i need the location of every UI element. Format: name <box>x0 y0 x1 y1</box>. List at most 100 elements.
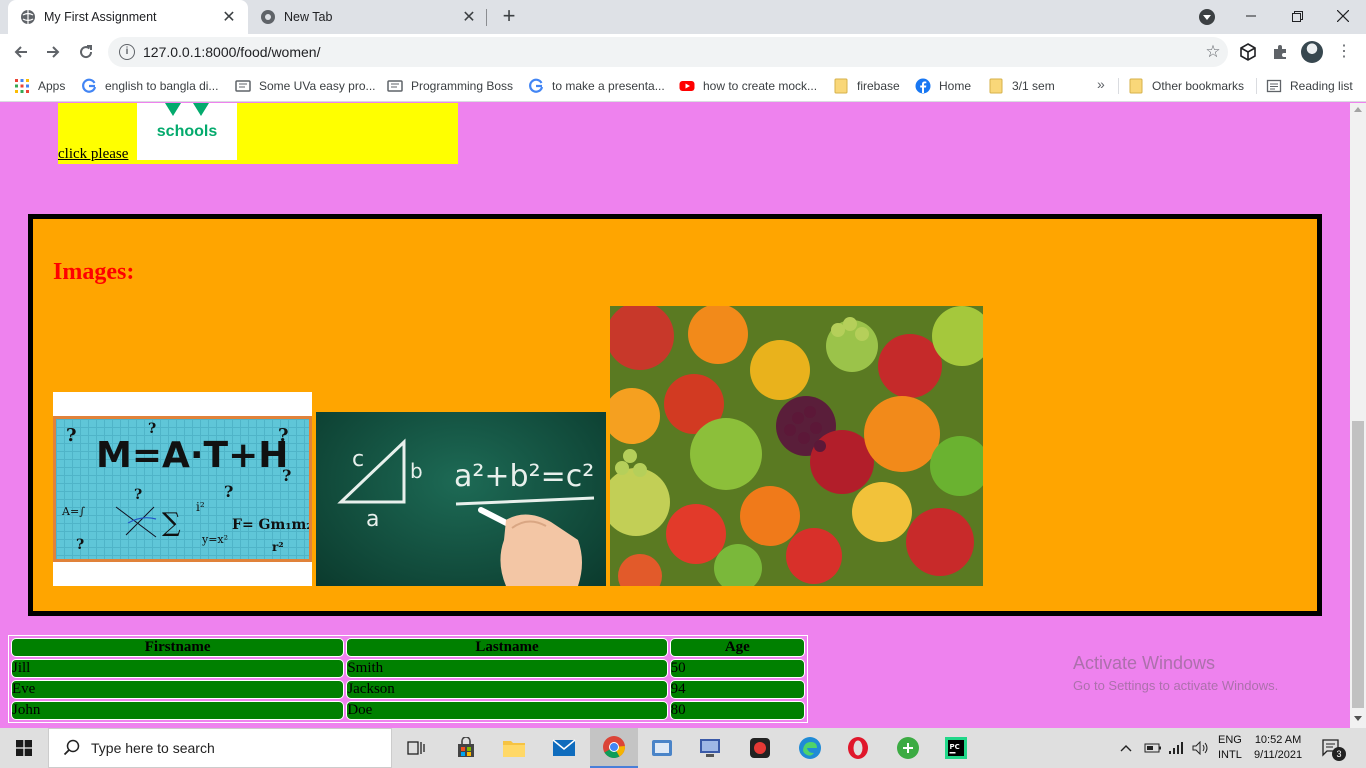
bookmark-programming-boss[interactable]: Programming Boss <box>387 76 513 96</box>
taskbar-store-button[interactable] <box>442 728 490 768</box>
site-info-icon[interactable]: i <box>119 44 135 60</box>
svg-text:?: ? <box>134 487 142 503</box>
bookmarks-overflow-button[interactable]: » <box>1097 76 1105 92</box>
tab-search-icon[interactable] <box>1199 9 1215 25</box>
taskbar-mail-button[interactable] <box>540 728 588 768</box>
bookmark-label: Other bookmarks <box>1152 79 1245 93</box>
globe-icon <box>21 10 35 24</box>
bookmark-uva-easy[interactable]: Some UVa easy pro... <box>235 76 376 96</box>
close-tab-icon[interactable]: ✕ <box>218 7 240 27</box>
bookmarks-separator <box>1118 78 1119 94</box>
bookmark-apps[interactable]: Apps <box>14 76 65 96</box>
taskbar-chrome-button[interactable] <box>590 728 638 768</box>
bookmark-star-icon[interactable]: ☆ <box>1198 42 1228 62</box>
bookmark-home[interactable]: Home <box>915 76 971 96</box>
taskbar-edge-button[interactable] <box>786 728 834 768</box>
click-please-link[interactable]: click please <box>58 146 128 163</box>
cell-firstname: Jill <box>11 659 345 678</box>
close-tab-icon[interactable]: ✕ <box>458 7 480 27</box>
chalkboard-drawing: c b a a²+b²=c² <box>337 438 594 586</box>
taskbar-opera-button[interactable] <box>834 728 882 768</box>
watermark-subtitle: Go to Settings to activate Windows. <box>1073 678 1279 693</box>
cell-age: 94 <box>669 680 805 699</box>
notifications-button[interactable]: 3 <box>1322 728 1346 768</box>
reload-icon <box>80 45 93 59</box>
store-icon <box>458 737 474 757</box>
header-age: Age <box>669 638 805 657</box>
monitor-app-icon <box>700 739 720 757</box>
table-row: John Doe 80 <box>11 701 805 720</box>
forward-button[interactable] <box>40 39 66 65</box>
battery-icon[interactable] <box>1144 728 1162 768</box>
extensions-puzzle-icon[interactable] <box>1270 42 1290 62</box>
browser-toolbar: i 127.0.0.1:8000/food/women/ ☆ ⋮ <box>0 34 1366 70</box>
bookmark-english-to-bangla[interactable]: english to bangla di... <box>81 76 218 96</box>
svg-text:∑: ∑ <box>162 508 181 538</box>
google-icon <box>82 78 97 93</box>
network-icon[interactable] <box>1168 728 1184 768</box>
taskbar-app-5-button[interactable] <box>638 728 686 768</box>
taskbar-recorder-button[interactable] <box>736 728 784 768</box>
tab-new-tab[interactable]: New Tab ✕ <box>248 0 488 34</box>
images-section: Images: M=A·T+H ? ? ? ? ? ? ? A=∫ ∑ i² y… <box>28 214 1322 616</box>
minimize-button[interactable] <box>1228 0 1274 32</box>
bookmark-other-bookmarks[interactable]: Other bookmarks <box>1128 76 1244 96</box>
address-bar[interactable]: i 127.0.0.1:8000/food/women/ ☆ <box>108 37 1228 67</box>
facebook-icon <box>915 78 931 94</box>
restore-icon <box>1291 10 1303 22</box>
bookmark-make-presentation[interactable]: to make a presenta... <box>528 76 665 96</box>
close-window-button[interactable] <box>1320 0 1366 32</box>
chrome-icon <box>261 10 275 24</box>
taskbar-pycharm-button[interactable]: PC <box>932 728 980 768</box>
edge-icon <box>799 737 821 759</box>
scrollbar-thumb[interactable] <box>1352 421 1364 708</box>
chrome-icon <box>603 736 625 758</box>
opera-icon <box>848 737 868 759</box>
task-view-button[interactable] <box>392 728 440 768</box>
url-text[interactable]: 127.0.0.1:8000/food/women/ <box>143 44 1198 60</box>
chalkboard-image: c b a a²+b²=c² <box>316 412 606 586</box>
tab-title: My First Assignment <box>44 10 157 24</box>
svg-text:i²: i² <box>196 500 205 514</box>
scroll-up-icon[interactable] <box>1354 107 1362 112</box>
back-button[interactable] <box>8 39 34 65</box>
bookmarks-separator <box>1256 78 1257 94</box>
scroll-down-icon[interactable] <box>1354 716 1362 721</box>
language-indicator[interactable]: ENG INTL <box>1218 728 1242 768</box>
mail-icon <box>552 739 576 756</box>
clock[interactable]: 10:52 AM 9/11/2021 <box>1254 728 1302 768</box>
volume-icon[interactable] <box>1192 728 1210 768</box>
arrow-left-icon <box>14 46 27 58</box>
cube-extension-icon[interactable] <box>1238 42 1258 62</box>
tab-my-first-assignment[interactable]: My First Assignment ✕ <box>8 0 248 34</box>
math-image: M=A·T+H ? ? ? ? ? ? ? A=∫ ∑ i² y=x² F= G… <box>53 392 312 586</box>
taskbar-file-explorer-button[interactable] <box>490 728 538 768</box>
search-icon <box>63 739 80 756</box>
cell-lastname: Doe <box>346 701 668 720</box>
record-icon <box>750 738 770 758</box>
profile-avatar[interactable] <box>1301 41 1323 63</box>
table-row: Jill Smith 50 <box>11 659 805 678</box>
cell-age: 50 <box>669 659 805 678</box>
bookmark-3-1-sem[interactable]: 3/1 sem <box>988 76 1055 96</box>
taskbar-app-10-button[interactable] <box>884 728 932 768</box>
svg-text:a: a <box>366 507 379 532</box>
more-menu-icon[interactable]: ⋮ <box>1336 42 1352 62</box>
taskbar-app-6-button[interactable] <box>686 728 734 768</box>
restore-button[interactable] <box>1274 0 1320 32</box>
vertical-scrollbar[interactable] <box>1350 103 1366 728</box>
bookmark-create-mock[interactable]: how to create mock... <box>679 76 817 96</box>
bookmark-label: firebase <box>857 79 900 93</box>
header-lastname: Lastname <box>346 638 668 657</box>
tray-overflow-icon[interactable] <box>1120 728 1132 768</box>
people-table: Firstname Lastname Age Jill Smith 50 Eve… <box>8 635 808 723</box>
svg-text:?: ? <box>282 466 291 485</box>
w3schools-logo[interactable]: schools <box>137 103 237 160</box>
reload-button[interactable] <box>73 39 99 65</box>
new-tab-button[interactable]: + <box>497 4 521 28</box>
start-button[interactable] <box>0 728 48 768</box>
taskbar-search-box[interactable]: Type here to search <box>48 728 392 768</box>
bookmark-firebase[interactable]: firebase <box>833 76 900 96</box>
svg-text:y=x²: y=x² <box>201 533 228 546</box>
reading-list-button[interactable]: Reading list <box>1266 76 1353 96</box>
